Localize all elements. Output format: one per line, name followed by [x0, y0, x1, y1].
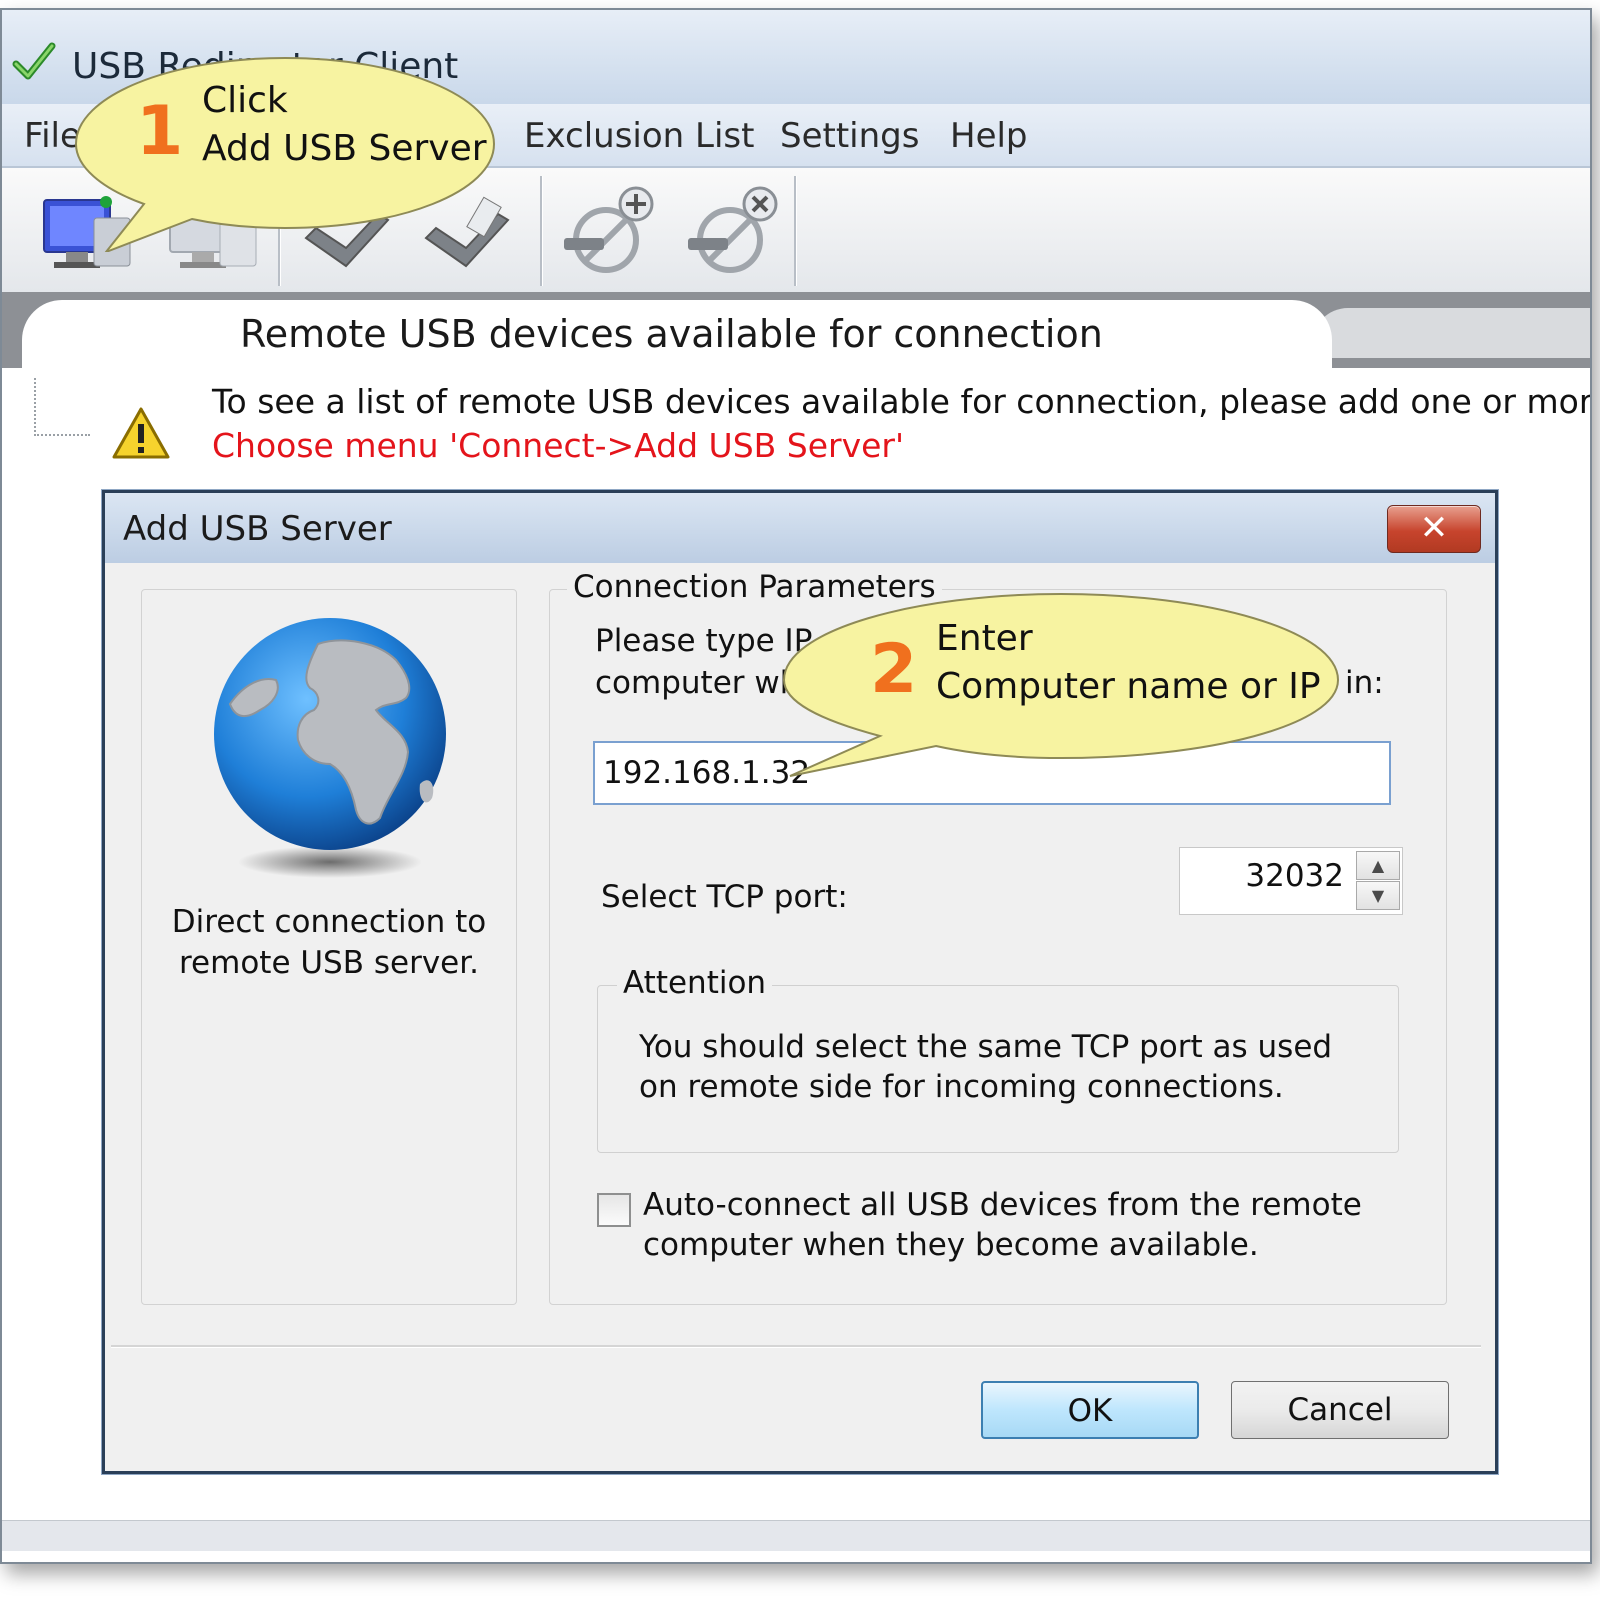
checkmark-icon	[12, 42, 56, 80]
add-exclusion-icon[interactable]	[558, 180, 658, 280]
spin-down-icon[interactable]: ▼	[1356, 881, 1400, 910]
ok-button[interactable]: OK	[981, 1381, 1199, 1439]
remove-exclusion-icon[interactable]	[682, 180, 782, 280]
attention-text: You should select the same TCP port as u…	[639, 1029, 1333, 1105]
info-instruction: Choose menu 'Connect->Add USB Server'	[212, 426, 905, 465]
tree-connector	[34, 378, 90, 436]
dialog-separator	[111, 1345, 1481, 1348]
dialog-title: Add USB Server	[123, 509, 392, 549]
tcp-port-value[interactable]: 32032	[1245, 858, 1344, 894]
tab-inactive[interactable]	[1312, 308, 1590, 358]
status-strip	[2, 1520, 1590, 1551]
tab-title: Remote USB devices available for connect…	[240, 312, 1103, 356]
callout-line: Enter	[936, 618, 1033, 659]
ip-prompt-tail: in:	[1345, 665, 1384, 701]
info-message: To see a list of remote USB devices avai…	[212, 382, 1592, 421]
callout-line: Click	[202, 80, 288, 121]
callout-line: Computer name or IP	[936, 666, 1321, 707]
globe-icon	[214, 618, 446, 878]
menu-help[interactable]: Help	[950, 116, 1028, 156]
autoconnect-checkbox[interactable]	[597, 1193, 631, 1227]
dialog-title-bar: Add USB Server ✕	[105, 493, 1495, 563]
callout-click-add-usb-server: 1 Click Add USB Server	[70, 52, 500, 252]
toolbar-separator	[540, 176, 543, 286]
autoconnect-label[interactable]: Auto-connect all USB devices from the re…	[643, 1185, 1363, 1265]
spin-up-icon[interactable]: ▲	[1356, 851, 1400, 880]
callout-number: 2	[870, 630, 918, 709]
callout-number: 1	[136, 92, 184, 171]
close-icon: ✕	[1419, 508, 1449, 548]
cancel-button[interactable]: Cancel	[1231, 1381, 1449, 1439]
close-button[interactable]: ✕	[1387, 505, 1481, 553]
attention-title: Attention	[617, 965, 773, 1001]
tcp-port-label: Select TCP port:	[601, 879, 848, 915]
callout-enter-computer-name: 2 Enter Computer name or IP	[776, 590, 1346, 790]
toolbar-separator	[794, 176, 797, 286]
connection-type-panel: Direct connection to remote USB server.	[141, 589, 517, 1305]
connection-type-caption: Direct connection to remote USB server.	[171, 904, 487, 981]
warning-icon	[112, 407, 170, 459]
callout-line: Add USB Server	[202, 128, 487, 169]
menu-exclusion-list[interactable]: Exclusion List	[524, 116, 754, 156]
menu-settings[interactable]: Settings	[780, 116, 919, 156]
tcp-port-stepper[interactable]: 32032 ▲ ▼	[1179, 847, 1403, 915]
